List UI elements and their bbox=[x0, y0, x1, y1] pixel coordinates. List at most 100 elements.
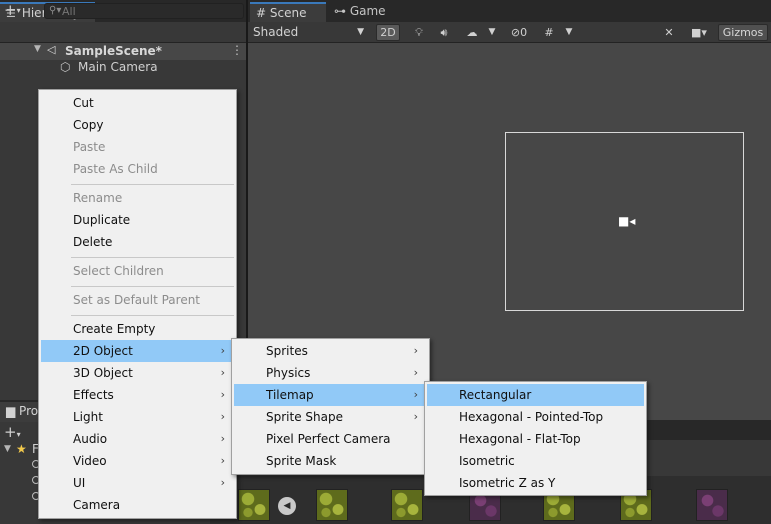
shading-mode-dropdown[interactable]: Shaded ▼ bbox=[250, 23, 370, 42]
hierarchy-search[interactable]: ⚲▾ bbox=[44, 3, 244, 19]
audio-toggle-icon[interactable]: 🔊︎ bbox=[433, 24, 455, 41]
menu-item-pixel-perfect-camera[interactable]: Pixel Perfect Camera bbox=[234, 428, 427, 450]
2d-mode-toggle[interactable]: 2D bbox=[376, 24, 400, 41]
menu-item-label: Sprite Mask bbox=[266, 454, 337, 468]
menu-item-label: Rename bbox=[73, 191, 123, 205]
menu-item-cut[interactable]: Cut bbox=[41, 92, 234, 114]
tab-game[interactable]: ⊶ Game bbox=[328, 2, 392, 22]
hidden-count: 0 bbox=[520, 26, 528, 39]
lighting-toggle-icon[interactable]: 💡︎ bbox=[408, 24, 430, 41]
menu-item-label: Hexagonal - Pointed-Top bbox=[459, 410, 604, 424]
menu-item-delete[interactable]: Delete bbox=[41, 231, 234, 253]
menu-item-label: Isometric Z as Y bbox=[459, 476, 556, 490]
chevron-right-icon: › bbox=[413, 344, 418, 357]
chevron-right-icon: › bbox=[220, 410, 225, 423]
chevron-down-icon: ▾ bbox=[16, 6, 21, 15]
grid-icon: # bbox=[256, 6, 270, 20]
menu-item-label: Video bbox=[73, 454, 107, 468]
menu-item-label: UI bbox=[73, 476, 86, 490]
tile-thumbnail[interactable] bbox=[316, 489, 348, 521]
create-dropdown-button[interactable]: +▾ bbox=[4, 2, 32, 18]
tile-thumbnail[interactable] bbox=[696, 489, 728, 521]
create-dropdown-button[interactable]: +▾ bbox=[4, 423, 21, 441]
menu-separator bbox=[71, 286, 234, 287]
menu-item-label: Paste bbox=[73, 140, 106, 154]
eye-slash-icon: ⊘ bbox=[510, 26, 521, 39]
menu-item-audio[interactable]: Audio › bbox=[41, 428, 234, 450]
menu-item-light[interactable]: Light › bbox=[41, 406, 234, 428]
menu-item-label: Select Children bbox=[73, 264, 164, 278]
menu-item-physics[interactable]: Physics › bbox=[234, 362, 427, 384]
tools-icon[interactable]: ✕ bbox=[658, 24, 680, 41]
expand-arrow-icon[interactable]: ▼ bbox=[4, 444, 11, 454]
chevron-right-icon: › bbox=[220, 344, 225, 357]
gizmos-label: Gizmos bbox=[722, 26, 764, 39]
scene-row[interactable]: ▼ ◁ SampleScene* ⋮ bbox=[0, 43, 246, 60]
menu-item-paste[interactable]: Paste bbox=[41, 136, 234, 158]
menu-item-label: Set as Default Parent bbox=[73, 293, 201, 307]
tab-scene[interactable]: # Scene bbox=[250, 2, 326, 22]
project-tab-label: Pro bbox=[19, 404, 39, 418]
menu-item-label: Hexagonal - Flat-Top bbox=[459, 432, 581, 446]
camera-gizmo-icon[interactable]: ■◂ bbox=[618, 214, 635, 228]
menu-item-label: Tilemap bbox=[266, 388, 314, 402]
menu-item-label: Audio bbox=[73, 432, 108, 446]
menu-item-effects[interactable]: Effects › bbox=[41, 384, 234, 406]
menu-separator bbox=[71, 184, 234, 185]
chevron-right-icon: › bbox=[220, 388, 225, 401]
menu-item-tilemap[interactable]: Tilemap › bbox=[234, 384, 427, 406]
menu-item-select-children[interactable]: Select Children bbox=[41, 260, 234, 282]
hierarchy-toolbar bbox=[0, 22, 246, 43]
menu-item-2d-object[interactable]: 2D Object › bbox=[41, 340, 234, 362]
gizmos-button[interactable]: Gizmos bbox=[718, 24, 768, 41]
favorites-star-icon: ★ bbox=[16, 442, 27, 456]
menu-item-camera[interactable]: Camera bbox=[41, 494, 234, 516]
menu-item-hexagonal-pointed-top[interactable]: Hexagonal - Pointed-Top bbox=[427, 406, 644, 428]
unity-scene-icon: ◁ bbox=[47, 43, 56, 56]
menu-item-rename[interactable]: Rename bbox=[41, 187, 234, 209]
chevron-right-icon: › bbox=[413, 366, 418, 379]
effects-toggle-icon[interactable]: ☁ bbox=[460, 24, 484, 41]
menu-item-duplicate[interactable]: Duplicate bbox=[41, 209, 234, 231]
hierarchy-item-main-camera[interactable]: ⬡ Main Camera bbox=[0, 60, 246, 76]
scene-tab-bar bbox=[248, 0, 771, 22]
menu-item-paste-as-child[interactable]: Paste As Child bbox=[41, 158, 234, 180]
camera-settings-icon[interactable]: ■▾ bbox=[684, 24, 714, 41]
menu-item-video[interactable]: Video › bbox=[41, 450, 234, 472]
tab-label: Scene bbox=[269, 6, 307, 20]
menu-item-create-empty[interactable]: Create Empty bbox=[41, 318, 234, 340]
hierarchy-context-menu: Cut Copy Paste Paste As Child Rename Dup… bbox=[38, 89, 237, 519]
chevron-down-icon[interactable]: ▼ bbox=[562, 24, 576, 41]
menu-item-label: 3D Object bbox=[73, 366, 133, 380]
hidden-objects-toggle[interactable]: ⊘0 bbox=[503, 24, 535, 41]
kebab-menu-icon[interactable]: ⋮ bbox=[231, 43, 243, 57]
expand-arrow-icon[interactable]: ▼ bbox=[34, 44, 41, 54]
menu-item-label: Isometric bbox=[459, 454, 515, 468]
menu-item-label: Delete bbox=[73, 235, 113, 249]
add-label: + bbox=[4, 1, 17, 19]
menu-item-isometric-z-as-y[interactable]: Isometric Z as Y bbox=[427, 472, 644, 494]
menu-item-label: Light bbox=[73, 410, 103, 424]
menu-item-label: Paste As Child bbox=[73, 162, 158, 176]
grid-snap-icon[interactable]: # bbox=[538, 24, 560, 41]
menu-item-rectangular[interactable]: Rectangular bbox=[427, 384, 644, 406]
menu-item-hexagonal-flat-top[interactable]: Hexagonal - Flat-Top bbox=[427, 428, 644, 450]
menu-item-sprite-shape[interactable]: Sprite Shape › bbox=[234, 406, 427, 428]
menu-item-ui[interactable]: UI › bbox=[41, 472, 234, 494]
chevron-down-icon[interactable]: ▼ bbox=[485, 24, 499, 41]
tile-thumbnail[interactable] bbox=[391, 489, 423, 521]
chevron-down-icon: ▼ bbox=[357, 27, 364, 37]
menu-item-sprite-mask[interactable]: Sprite Mask bbox=[234, 450, 427, 472]
search-input[interactable] bbox=[62, 4, 232, 18]
menu-item-isometric[interactable]: Isometric bbox=[427, 450, 644, 472]
menu-item-3d-object[interactable]: 3D Object › bbox=[41, 362, 234, 384]
2d-mode-label: 2D bbox=[380, 26, 396, 39]
tile-thumbnail[interactable] bbox=[238, 489, 270, 521]
menu-item-label: Duplicate bbox=[73, 213, 131, 227]
menu-item-sprites[interactable]: Sprites › bbox=[234, 340, 427, 362]
menu-item-set-default-parent[interactable]: Set as Default Parent bbox=[41, 289, 234, 311]
scroll-left-icon[interactable]: ◀ bbox=[278, 497, 296, 515]
gameobject-name: Main Camera bbox=[78, 60, 158, 74]
menu-item-copy[interactable]: Copy bbox=[41, 114, 234, 136]
folder-icon: ▆ bbox=[6, 404, 20, 418]
